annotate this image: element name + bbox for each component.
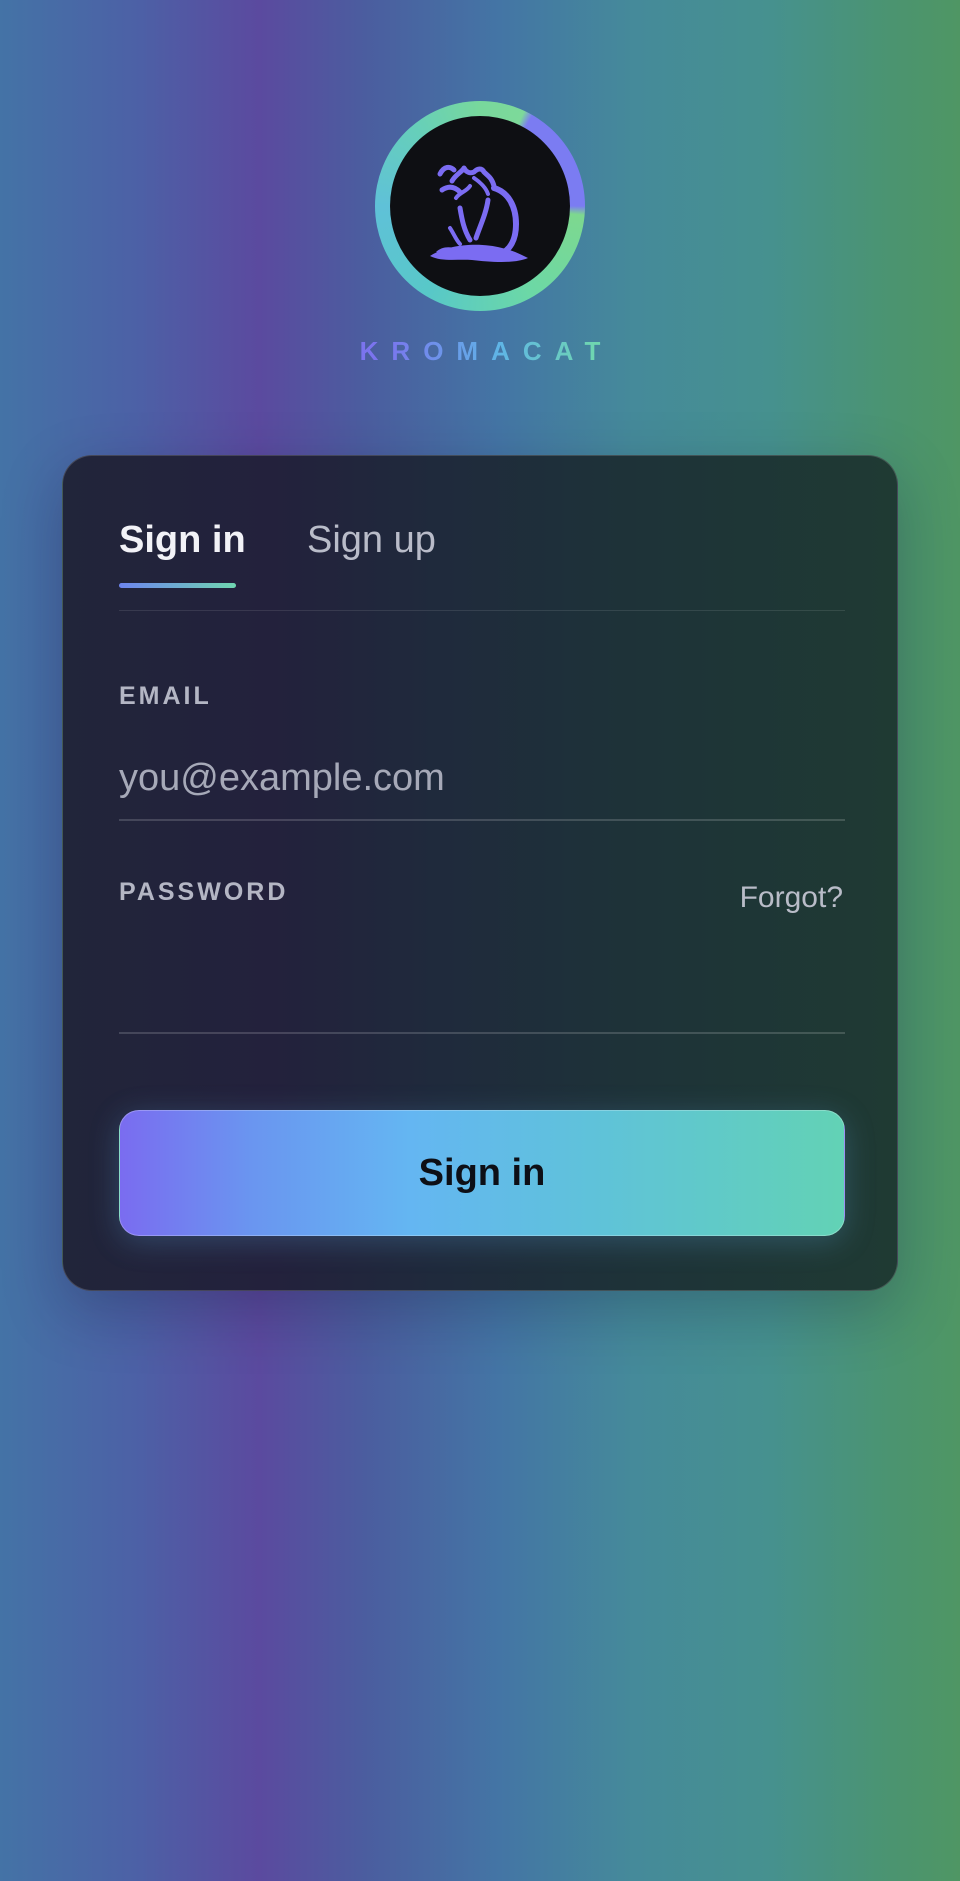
email-underline — [119, 819, 845, 821]
signin-screen: { "brand": { "logo_icon": "cat-icon", "n… — [0, 0, 960, 1881]
sign-in-button[interactable]: Sign in — [119, 1110, 845, 1236]
auth-tabs: Sign in Sign up — [119, 516, 845, 590]
password-underline — [119, 1032, 845, 1034]
cat-icon — [430, 164, 528, 262]
forgot-password-link[interactable]: Forgot? — [740, 881, 843, 915]
tabs-divider — [119, 610, 845, 611]
active-tab-indicator — [119, 583, 236, 588]
email-label: EMAIL — [119, 682, 212, 710]
email-field[interactable] — [119, 746, 845, 810]
password-label: PASSWORD — [119, 878, 289, 906]
signin-card: Sign in Sign up EMAIL PASSWORD Forgot? S… — [62, 455, 898, 1291]
logo — [375, 101, 585, 311]
password-field[interactable] — [119, 936, 845, 1000]
brand-name: KROMACAT — [0, 336, 960, 367]
tab-sign-up[interactable]: Sign up — [307, 516, 436, 564]
tab-sign-in[interactable]: Sign in — [119, 516, 246, 564]
logo-badge — [390, 116, 570, 296]
